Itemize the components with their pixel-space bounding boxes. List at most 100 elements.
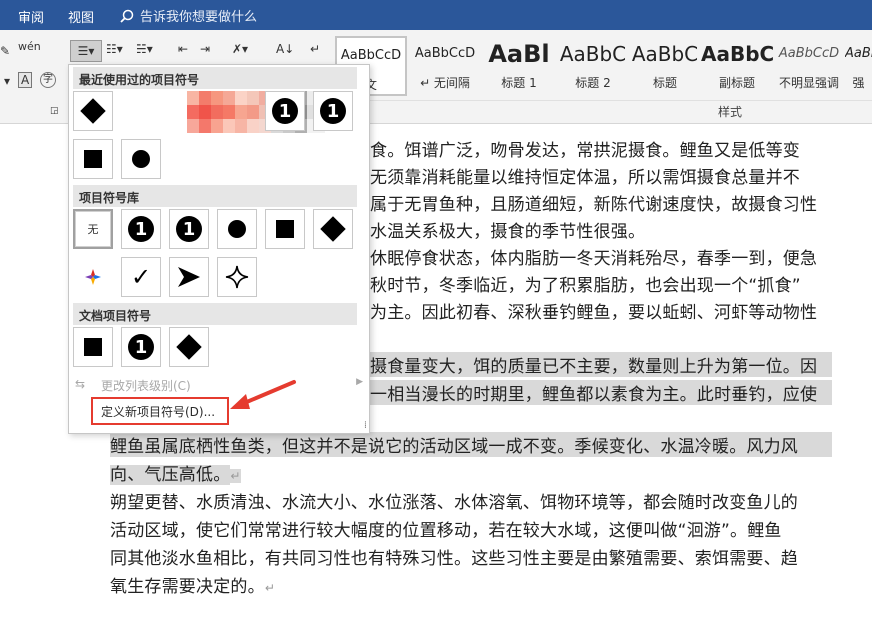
style-no-spacing[interactable]: AaBbCcD ↵ 无间隔 [409,36,481,96]
show-marks-icon[interactable]: ↵ [310,42,320,56]
style-subtle-emphasis[interactable]: AaBbCcD 不明显强调 [773,36,845,96]
numbering-icon[interactable]: ☷▾ [106,42,123,56]
tell-me-text: 告诉我你想要做什么 [140,10,258,25]
resize-grip-icon[interactable]: ⁞ [364,420,367,431]
four-color-diamond-icon [85,269,101,285]
bullet-option-diamond[interactable] [169,327,209,367]
paragraph-mark: ↵ [264,581,276,595]
doc-line: 朔望更替、水质清浊、水流大小、水位涨落、水体溶氧、饵物环境等，都会随时改变鱼儿的 [110,493,798,513]
square-icon [84,338,102,356]
change-list-level-label: 更改列表级别(C) [101,379,191,393]
annotation-arrow [230,380,296,409]
doc-line: 无须靠消耗能量以维持恒定体温，所以需饵摄食总量并不 [370,168,800,188]
bullets-button[interactable]: ☰▾ [70,40,102,62]
bullet-option-circle[interactable] [121,139,161,179]
style-strong[interactable]: AaBb 强 [845,36,872,96]
style-name: 强 [852,76,865,90]
search-icon [120,9,134,23]
dialog-launcher-icon[interactable]: ◲ [50,106,59,116]
doc-line-selected: 一相当漫长的时期里，鲤鱼都以素食为主。此时垂钓，应使 [370,380,832,405]
bullet-option-arrowhead[interactable] [169,257,209,297]
bullet-option-star[interactable] [217,257,257,297]
bullet-option-diamond[interactable] [313,209,353,249]
sort-icon[interactable]: A↓ [276,42,294,56]
tab-view[interactable]: 视图 [68,7,94,26]
style-subtitle[interactable]: AaBbC 副标题 [701,36,773,96]
phonetic-guide-icon[interactable]: wén [18,40,41,53]
style-name: 标题 1 [501,76,537,90]
change-level-icon: ⇆ [75,377,86,391]
eraser-icon[interactable]: ✎ [0,44,10,58]
tell-me-box[interactable]: 告诉我你想要做什么 [120,6,257,25]
style-name: 标题 [652,76,677,90]
bullet-option-square[interactable] [73,139,113,179]
enclose-char-icon[interactable]: 字 [40,72,56,88]
doc-line: 同其他淡水鱼相比，有共同习性也有特殊习性。这些习性主要是由繁殖需要、索饵需要、趋 [110,549,798,569]
bullet-option-number-one[interactable]: 1 [169,209,209,249]
style-heading-2[interactable]: AaBbC 标题 2 [557,36,629,96]
bullet-option-number-one[interactable]: 1 [313,91,353,131]
doc-line: 水温关系极大，摄食的季节性很强。 [370,222,646,242]
number-one-icon: 1 [320,98,346,124]
number-one-icon: 1 [128,334,154,360]
diamond-icon [176,334,202,360]
style-name: 不明显强调 [778,76,839,90]
bullet-library-header: 项目符号库 [73,185,357,207]
none-label: 无 [87,223,99,236]
decrease-indent-icon[interactable]: ⇤ [178,42,188,56]
arrowhead-icon [178,267,200,287]
dropdown-arrow-icon[interactable]: ▾ [4,74,10,88]
number-one-icon: 1 [272,98,298,124]
tab-review[interactable]: 审阅 [18,7,44,26]
doc-line: 为主。因此初春、深秋垂钓鲤鱼，要以蚯蚓、河虾等动物性 [370,303,818,323]
bullet-library-dropdown: 最近使用过的项目符号 1 1 项目符号库 无 1 1 ✓ 文档项目符号 1 ⇆ … [68,64,370,434]
char-shading-icon[interactable]: A [18,72,33,88]
word-window: 审阅 视图 告诉我你想要做什么 ✎ wén ▾ A 字 ☰▾ ☷▾ ☵▾ ⇤ ⇥… [0,0,872,628]
doc-line: 属于无胃鱼种，且肠道细短，新陈代谢速度快，故摄食习性 [370,195,818,215]
circle-icon [228,220,246,238]
multilevel-list-icon[interactable]: ☵▾ [136,42,153,56]
ribbon-divider [335,100,872,101]
styles-gallery: AaBbCcD 文 AaBbCcD ↵ 无间隔 AaBl 标题 1 AaBbC … [335,36,872,96]
recent-bullets-header: 最近使用过的项目符号 [73,67,357,89]
annotation-red-box [91,397,229,425]
styles-group-label: 样式 [718,105,743,119]
bullet-option-checkmark[interactable]: ✓ [121,257,161,297]
bullet-option-none[interactable]: 无 [73,209,113,249]
style-preview: AaBbC [631,42,699,66]
doc-line: 休眠停食状态，体内脂肪一冬天消耗殆尽，春季一到，便急 [370,249,818,269]
bullet-option-number-one[interactable]: 1 [121,209,161,249]
doc-line: 活动区域，使它们常常进行较大幅度的位置移动，若在较大水域，这便叫做“洄游”。鲤鱼 [110,521,782,541]
doc-line-selected: 摄食量变大，饵的质量已不主要，数量则上升为第一位。因 [370,352,832,377]
chinese-layout-icon[interactable]: ✗▾ [232,42,248,56]
increase-indent-icon[interactable]: ⇥ [200,42,210,56]
style-name: ↵ 无间隔 [420,76,470,90]
number-one-icon: 1 [128,216,154,242]
style-heading-1[interactable]: AaBl 标题 1 [483,36,555,96]
square-icon [276,220,294,238]
document-bullets-header: 文档项目符号 [73,303,357,325]
circle-icon [132,150,150,168]
bullet-option-number-one[interactable]: 1 [121,327,161,367]
doc-line: 食。饵谱广泛，吻骨发达，常拱泥摄食。鲤鱼又是低等变 [370,141,800,161]
doc-line-selected: 向、气压高低。↵ [110,465,241,485]
number-one-icon: 1 [176,216,202,242]
style-preview: AaBbC [559,42,627,66]
bullet-option-square[interactable] [73,327,113,367]
style-name: 副标题 [718,76,755,90]
doc-line-selected: 鲤鱼虽属底栖性鱼类，但这并不是说它的活动区域一成不变。季候变化、水温冷暖。风力风 [110,432,832,457]
style-title[interactable]: AaBbC 标题 [629,36,701,96]
bullet-option-circle[interactable] [217,209,257,249]
submenu-arrow-icon: ▶ [356,377,363,387]
bullet-option-number-one[interactable]: 1 [265,91,305,131]
style-preview: AaBbCcD [414,46,476,61]
bullet-option-square[interactable] [265,209,305,249]
checkmark-icon: ✓ [130,263,152,291]
doc-line: 秋时节，冬季临近，为了积累脂肪，也会出现一个“抓食” [370,276,801,296]
paragraph-mark: ↵ [230,469,241,483]
title-bar: 审阅 视图 告诉我你想要做什么 [0,0,872,30]
style-preview: AaBbCcD [778,46,840,61]
doc-line: 氧生存需要决定的。↵ [110,577,276,597]
bullet-option-diamond[interactable] [73,91,113,131]
bullet-option-four-diamond[interactable] [73,257,113,297]
